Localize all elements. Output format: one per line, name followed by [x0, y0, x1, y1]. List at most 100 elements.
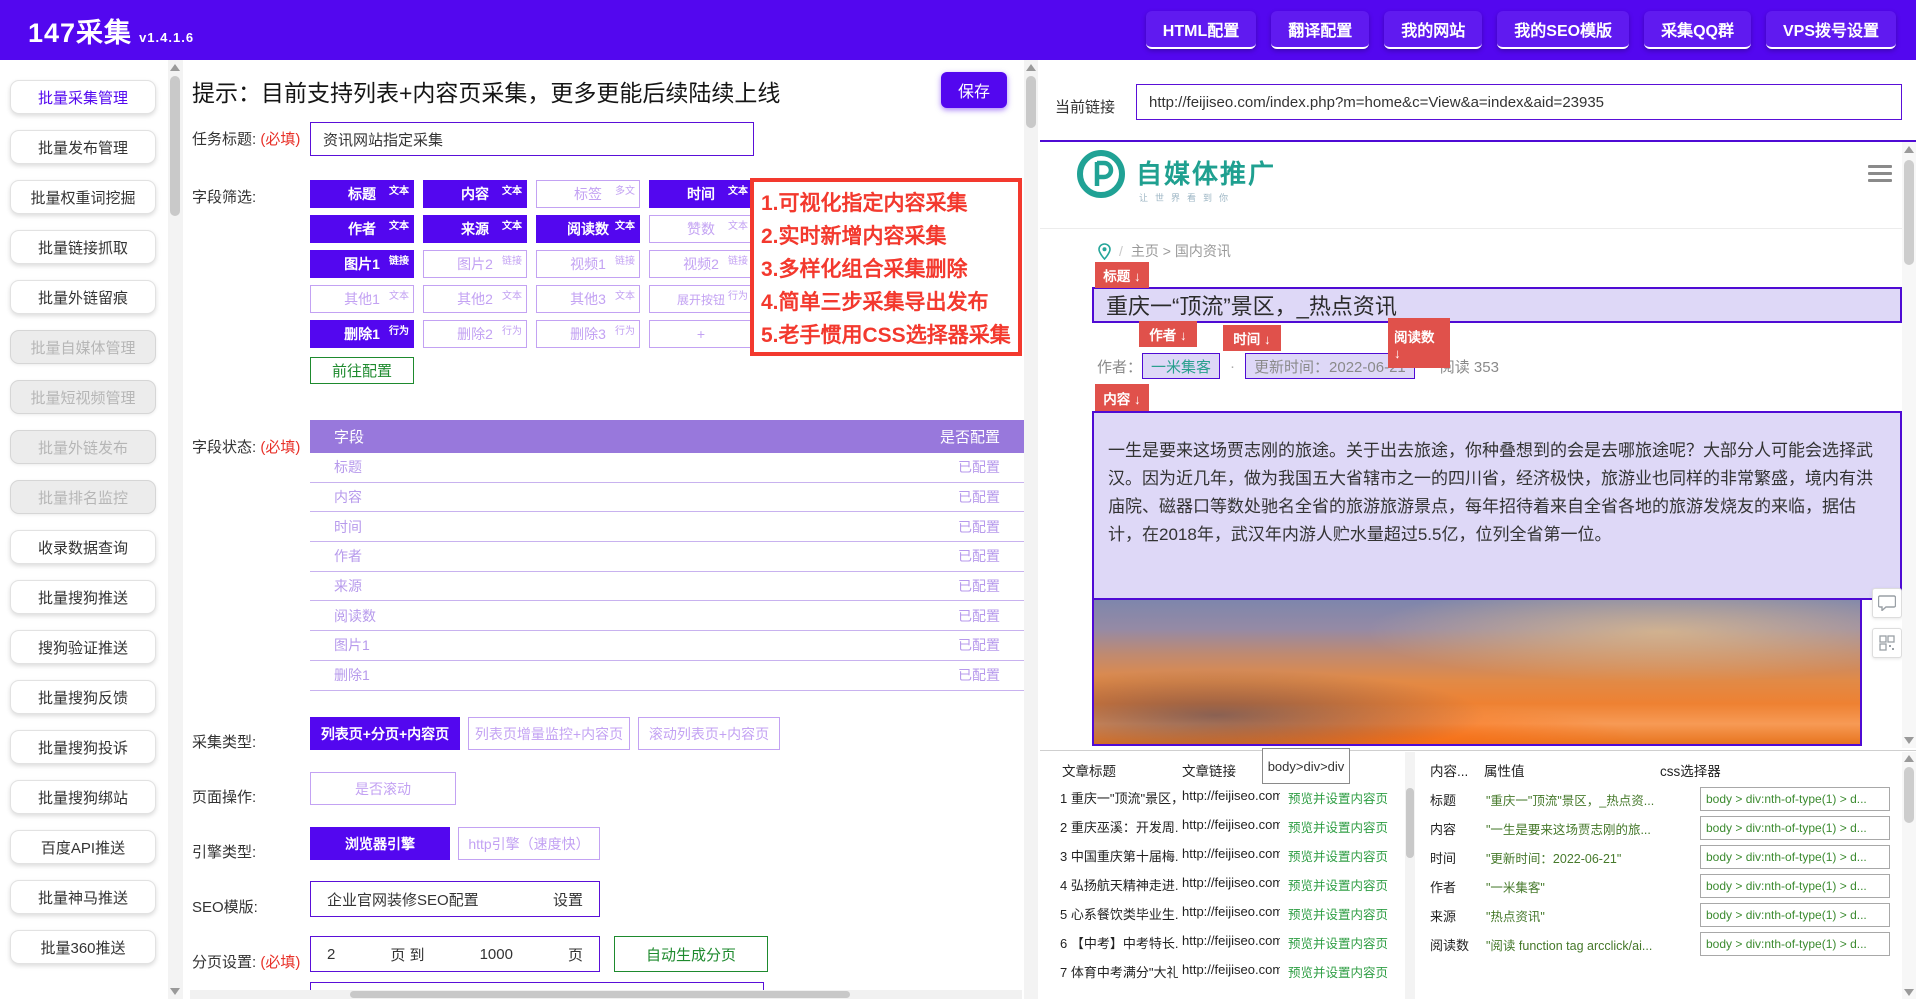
- article-table-scrollbar[interactable]: [1405, 752, 1415, 999]
- menu-html-config[interactable]: HTML配置: [1146, 11, 1256, 49]
- sidebar-item-backlink-trace[interactable]: 批量外链留痕: [10, 280, 156, 314]
- preview-setup-link[interactable]: 预览并设置内容页: [1288, 846, 1388, 865]
- sidebar-item-sogou-feedback[interactable]: 批量搜狗反馈: [10, 680, 156, 714]
- scrollbar-thumb[interactable]: [1406, 788, 1414, 858]
- field-cell-video1[interactable]: 视频1链接: [536, 250, 640, 278]
- scrollbar-thumb[interactable]: [170, 76, 180, 216]
- sidebar-item-media-manage[interactable]: 批量自媒体管理: [10, 330, 156, 364]
- scroll-up-arrow[interactable]: [1026, 64, 1036, 71]
- scrollbar-thumb[interactable]: [1026, 76, 1036, 128]
- scroll-down-arrow[interactable]: [170, 988, 180, 995]
- field-cell-video2[interactable]: 视频2链接: [649, 250, 753, 278]
- sidebar-item-sogou-push[interactable]: 批量搜狗推送: [10, 580, 156, 614]
- scroll-up-arrow[interactable]: [1904, 146, 1914, 153]
- scrollbar-thumb[interactable]: [1904, 767, 1914, 823]
- main-horizontal-scrollbar[interactable]: [190, 990, 1022, 999]
- scroll-down-arrow[interactable]: [1904, 989, 1914, 996]
- preview-setup-link[interactable]: 预览并设置内容页: [1288, 788, 1388, 807]
- preview-scrollbar[interactable]: [1902, 142, 1916, 748]
- comment-float-button[interactable]: [1872, 588, 1902, 618]
- pagination-to[interactable]: 1000: [480, 946, 513, 963]
- field-cell-add[interactable]: +: [649, 320, 753, 348]
- collect-type-option-incremental[interactable]: 列表页增量监控+内容页: [468, 717, 630, 750]
- field-cell-image1[interactable]: 图片1链接: [310, 250, 414, 278]
- css-selector-input[interactable]: body > div:nth-of-type(1) > d...: [1700, 932, 1890, 956]
- field-cell-time[interactable]: 时间文本: [649, 180, 753, 208]
- collect-type-option-scroll-list[interactable]: 滚动列表页+内容页: [638, 717, 780, 750]
- scrollbar-thumb[interactable]: [350, 991, 850, 998]
- sidebar-item-batch-publish[interactable]: 批量发布管理: [10, 130, 156, 164]
- field-cell-other3[interactable]: 其他3文本: [536, 285, 640, 313]
- menu-my-seo-template[interactable]: 我的SEO模版: [1497, 11, 1629, 49]
- field-cell-expand-button[interactable]: 展开按钮行为: [649, 285, 753, 313]
- sidebar-item-rank-monitor[interactable]: 批量排名监控: [10, 480, 156, 514]
- preview-setup-link[interactable]: 预览并设置内容页: [1288, 875, 1388, 894]
- menu-my-sites[interactable]: 我的网站: [1384, 11, 1482, 49]
- field-status-label: 字段状态: (必填): [192, 436, 300, 457]
- current-link-input[interactable]: [1136, 84, 1902, 120]
- collect-type-option-list-page[interactable]: 列表页+分页+内容页: [310, 717, 460, 750]
- sidebar-item-sogou-complaint[interactable]: 批量搜狗投诉: [10, 730, 156, 764]
- css-selector-input[interactable]: body > div:nth-of-type(1) > d...: [1700, 845, 1890, 869]
- main-left-scrollbar[interactable]: [168, 60, 183, 999]
- css-selector-input[interactable]: body > div:nth-of-type(1) > d...: [1700, 787, 1890, 811]
- sidebar-item-sogou-verify-push[interactable]: 搜狗验证推送: [10, 630, 156, 664]
- scroll-up-arrow[interactable]: [170, 64, 180, 71]
- selector-table-scrollbar[interactable]: [1902, 752, 1916, 999]
- sidebar-item-batch-collect[interactable]: 批量采集管理: [10, 80, 156, 114]
- menu-translate-config[interactable]: 翻译配置: [1271, 11, 1369, 49]
- sidebar-item-video-manage[interactable]: 批量短视频管理: [10, 380, 156, 414]
- task-title-input[interactable]: [310, 122, 754, 156]
- sidebar-item-backlink-publish[interactable]: 批量外链发布: [10, 430, 156, 464]
- sidebar-item-index-query[interactable]: 收录数据查询: [10, 530, 156, 564]
- field-cell-delete3[interactable]: 删除3行为: [536, 320, 640, 348]
- seo-template-select[interactable]: 企业官网装修SEO配置 设置: [310, 881, 600, 917]
- field-cell-title[interactable]: 标题文本: [310, 180, 414, 208]
- field-cell-delete1[interactable]: 删除1行为: [310, 320, 414, 348]
- field-cell-reads[interactable]: 阅读数文本: [536, 215, 640, 243]
- field-cell-image2[interactable]: 图片2链接: [423, 250, 527, 278]
- pagination-range-input[interactable]: 2 页 到 1000 页: [310, 936, 600, 972]
- field-cell-likes[interactable]: 赞数文本: [649, 215, 753, 243]
- page-action-scroll-toggle[interactable]: 是否滚动: [310, 772, 456, 805]
- field-cell-content[interactable]: 内容文本: [423, 180, 527, 208]
- sidebar-item-shenma-push[interactable]: 批量神马推送: [10, 880, 156, 914]
- goto-config-button[interactable]: 前往配置: [310, 357, 414, 384]
- pagination-from[interactable]: 2: [327, 946, 335, 963]
- breadcrumb-path[interactable]: 主页 > 国内资讯: [1131, 241, 1231, 261]
- author-selection[interactable]: 一米集客: [1142, 353, 1220, 379]
- article-title-selection[interactable]: 重庆一“顶流”景区，_热点资讯: [1092, 287, 1902, 323]
- scroll-up-arrow[interactable]: [1904, 755, 1914, 762]
- sidebar-item-link-grab[interactable]: 批量链接抓取: [10, 230, 156, 264]
- field-cell-delete2[interactable]: 删除2行为: [423, 320, 527, 348]
- field-cell-author[interactable]: 作者文本: [310, 215, 414, 243]
- seo-settings-button[interactable]: 设置: [553, 889, 583, 910]
- css-selector-input[interactable]: body > div:nth-of-type(1) > d...: [1700, 816, 1890, 840]
- engine-option-http[interactable]: http引擎（速度快）: [458, 827, 600, 860]
- sidebar-item-keyword-mining[interactable]: 批量权重词挖掘: [10, 180, 156, 214]
- css-selector-input[interactable]: body > div:nth-of-type(1) > d...: [1700, 903, 1890, 927]
- field-cell-source[interactable]: 来源文本: [423, 215, 527, 243]
- menu-qq-group[interactable]: 采集QQ群: [1644, 11, 1751, 49]
- sidebar-item-baidu-api-push[interactable]: 百度API推送: [10, 830, 156, 864]
- preview-setup-link[interactable]: 预览并设置内容页: [1288, 933, 1388, 952]
- field-cell-other2[interactable]: 其他2文本: [423, 285, 527, 313]
- sidebar-item-360-push[interactable]: 批量360推送: [10, 930, 156, 964]
- main-right-scrollbar[interactable]: [1024, 60, 1038, 999]
- article-content-selection[interactable]: 一生是要来这场贾志刚的旅途。关于出去旅途，你种叠想到的会是去哪旅途呢？大部分人可…: [1092, 411, 1902, 600]
- preview-setup-link[interactable]: 预览并设置内容页: [1288, 817, 1388, 836]
- save-button[interactable]: 保存: [941, 72, 1007, 108]
- field-cell-other1[interactable]: 其他1文本: [310, 285, 414, 313]
- preview-setup-link[interactable]: 预览并设置内容页: [1288, 904, 1388, 923]
- menu-vps-dial[interactable]: VPS拨号设置: [1766, 11, 1896, 49]
- engine-option-browser[interactable]: 浏览器引擎: [310, 827, 450, 860]
- preview-setup-link[interactable]: 预览并设置内容页: [1288, 962, 1388, 981]
- css-selector-input[interactable]: body > div:nth-of-type(1) > d...: [1700, 874, 1890, 898]
- scrollbar-thumb[interactable]: [1904, 160, 1914, 265]
- auto-generate-pages-button[interactable]: 自动生成分页: [614, 936, 768, 972]
- hamburger-menu-icon[interactable]: [1868, 165, 1892, 186]
- qrcode-float-button[interactable]: [1872, 628, 1902, 658]
- field-cell-tags[interactable]: 标签多文: [536, 180, 640, 208]
- scroll-down-arrow[interactable]: [1904, 737, 1914, 744]
- sidebar-item-sogou-bind[interactable]: 批量搜狗绑站: [10, 780, 156, 814]
